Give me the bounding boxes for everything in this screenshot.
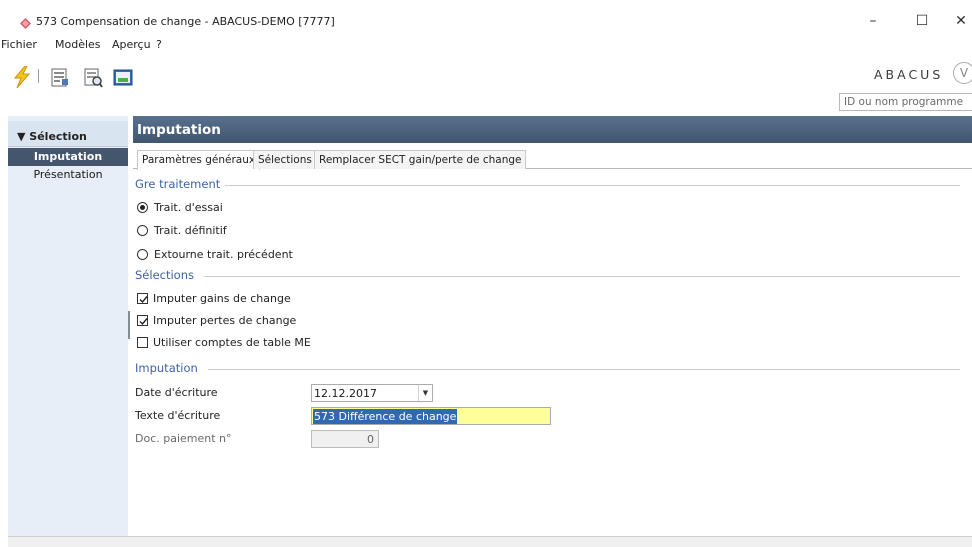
checkbox-utiliser-comptes[interactable] xyxy=(137,337,148,348)
option-trait-definitif-label[interactable]: Trait. définitif xyxy=(154,224,227,237)
radio-trait-definitif[interactable] xyxy=(137,225,148,236)
option-imputer-pertes-label[interactable]: Imputer pertes de change xyxy=(153,314,296,327)
close-button[interactable]: ✕ xyxy=(944,10,972,32)
tab-remplacer-sect[interactable]: Remplacer SECT gain/perte de change xyxy=(314,150,527,169)
status-bar xyxy=(8,536,972,547)
group-divider xyxy=(204,276,960,277)
minimize-button[interactable]: – xyxy=(856,10,890,32)
export-icon[interactable] xyxy=(113,66,133,88)
selection-header-label: ▼ Sélection xyxy=(17,130,87,143)
option-utiliser-comptes-label[interactable]: Utiliser comptes de table ME xyxy=(153,336,311,349)
checkbox-imputer-pertes[interactable] xyxy=(137,315,148,326)
splitter-grip[interactable] xyxy=(128,311,130,339)
doc-paiement-label: Doc. paiement n° xyxy=(135,432,232,445)
checkbox-imputer-gains[interactable] xyxy=(137,293,148,304)
brand-badge: V xyxy=(953,62,972,84)
radio-extourne[interactable] xyxy=(137,249,148,260)
section-title: Imputation xyxy=(137,122,221,138)
maximize-button[interactable]: ☐ xyxy=(905,10,939,32)
selection-panel: ▼ Sélection Imputation Présentation xyxy=(8,116,128,536)
program-search-input[interactable] xyxy=(839,93,972,111)
doc-paiement-value: 0 xyxy=(367,433,374,446)
toolbar-separator xyxy=(38,69,39,83)
brand-logo: ABACUS xyxy=(874,67,944,82)
menu-apercu[interactable]: Aperçu xyxy=(112,38,151,51)
texte-ecriture-value: 573 Différence de change xyxy=(313,409,458,424)
menu-modeles[interactable]: Modèles xyxy=(55,38,101,51)
group-title-imputation: Imputation xyxy=(135,361,198,375)
tab-bar: Paramètres généraux Sélections Remplacer… xyxy=(133,147,972,170)
lightning-icon[interactable] xyxy=(12,66,32,88)
radio-trait-essai[interactable] xyxy=(137,202,148,213)
group-title-selections: Sélections xyxy=(135,268,194,282)
window-title: 573 Compensation de change - ABACUS-DEMO… xyxy=(36,15,335,28)
texte-ecriture-label: Texte d'écriture xyxy=(135,409,221,422)
date-ecriture-field[interactable]: 12.12.2017 ▼ xyxy=(311,384,433,402)
group-divider xyxy=(225,185,960,186)
date-ecriture-label: Date d'écriture xyxy=(135,386,218,399)
sidebar-item-presentation[interactable]: Présentation xyxy=(8,166,128,184)
section-header: Imputation xyxy=(133,116,972,143)
chevron-down-icon[interactable]: ▼ xyxy=(418,385,432,401)
preview-icon[interactable] xyxy=(83,66,103,88)
texte-ecriture-field[interactable]: 573 Différence de change xyxy=(311,407,551,425)
option-extourne-label[interactable]: Extourne trait. précédent xyxy=(154,248,293,261)
group-title-traitement: Gre traitement xyxy=(135,177,221,191)
main-panel: Imputation Paramètres généraux Sélection… xyxy=(133,116,972,536)
date-ecriture-value: 12.12.2017 xyxy=(314,387,377,400)
option-imputer-gains-label[interactable]: Imputer gains de change xyxy=(153,292,291,305)
selection-header[interactable]: ▼ Sélection xyxy=(8,121,128,147)
toolbar: ABACUS V xyxy=(0,55,972,115)
option-trait-essai-label[interactable]: Trait. d'essai xyxy=(154,201,223,214)
document-settings-icon[interactable] xyxy=(50,66,70,88)
menu-fichier[interactable]: Fichier xyxy=(1,38,37,51)
sidebar-item-imputation[interactable]: Imputation xyxy=(8,148,128,166)
group-divider xyxy=(208,369,960,370)
app-diamond-icon xyxy=(20,18,31,29)
doc-paiement-field: 0 xyxy=(311,430,379,448)
title-bar: 573 Compensation de change - ABACUS-DEMO… xyxy=(0,0,972,32)
menu-help[interactable]: ? xyxy=(156,38,162,51)
tab-selections[interactable]: Sélections xyxy=(253,150,317,169)
tab-parametres-generaux[interactable]: Paramètres généraux xyxy=(137,150,261,170)
